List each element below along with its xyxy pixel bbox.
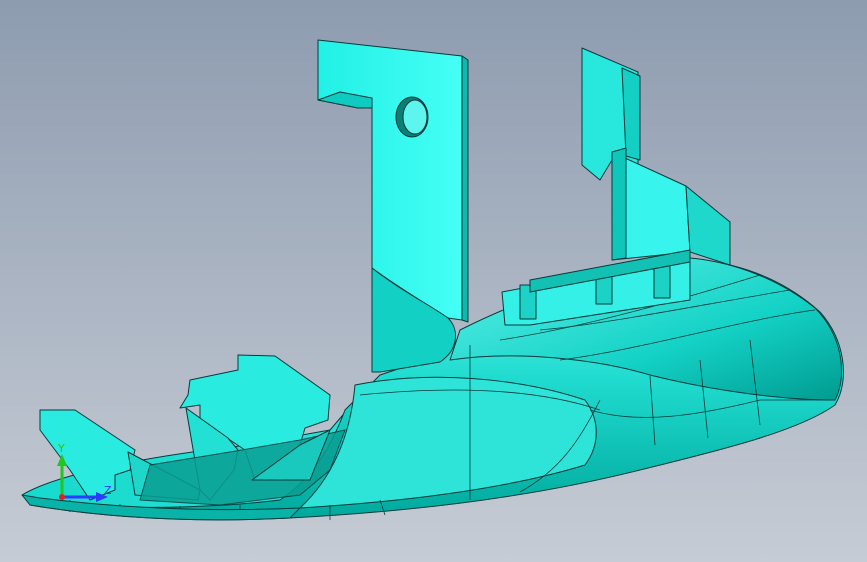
mounting-tab bbox=[317, 39, 463, 321]
x-axis-dot bbox=[59, 494, 65, 500]
3d-part-model[interactable]: Y Z bbox=[0, 0, 867, 562]
mounting-tab-side bbox=[461, 55, 469, 323]
cad-3d-viewport[interactable]: Y Z bbox=[0, 0, 867, 562]
y-axis-label: Y bbox=[57, 442, 65, 455]
z-axis-label: Z bbox=[104, 484, 112, 497]
